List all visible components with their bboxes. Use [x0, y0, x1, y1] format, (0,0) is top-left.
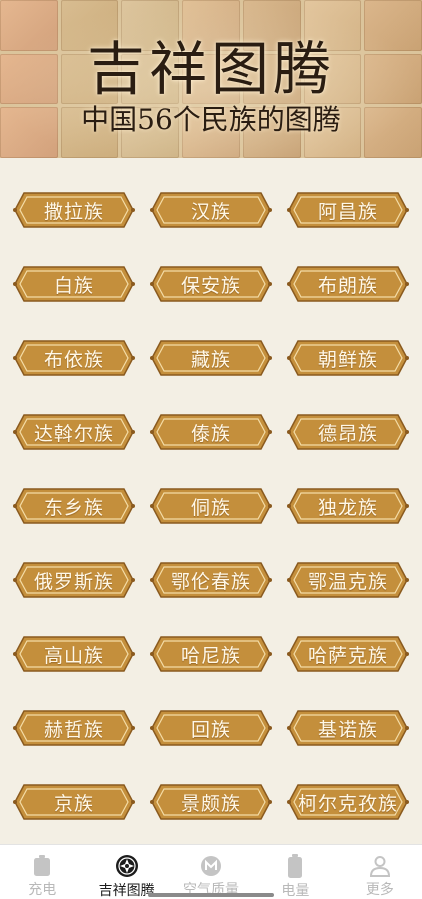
nav-item-air-quality[interactable]: 空气质量	[169, 845, 253, 899]
tribe-button[interactable]: 景颇族	[149, 782, 273, 822]
page-title: 吉祥图腾	[86, 35, 335, 103]
tribe-label: 德昂族	[317, 422, 378, 445]
tribe-button[interactable]: 朝鲜族	[286, 338, 410, 378]
tribe-label: 侗族	[190, 496, 231, 519]
tribe-label: 白族	[53, 274, 94, 297]
tribe-label: 布依族	[43, 348, 104, 371]
tribe-label: 柯尔克孜族	[297, 792, 398, 815]
nav-label: 更多	[365, 882, 394, 898]
tribe-button[interactable]: 独龙族	[286, 486, 410, 526]
tribe-label: 阿昌族	[317, 200, 378, 223]
tribe-label: 赫哲族	[43, 718, 104, 741]
tribe-button[interactable]: 京族	[12, 782, 136, 822]
tribe-label: 保安族	[180, 274, 241, 297]
tribe-button[interactable]: 藏族	[149, 338, 273, 378]
tribe-label: 朝鲜族	[317, 348, 378, 371]
tribe-label: 哈萨克族	[307, 644, 388, 667]
tribe-label: 高山族	[43, 644, 104, 667]
home-indicator	[148, 893, 274, 897]
tribe-label: 基诺族	[317, 718, 378, 741]
air-quality-icon	[199, 854, 223, 877]
tribe-label: 景颇族	[180, 792, 241, 815]
battery-charge-icon	[30, 854, 54, 877]
tribe-button[interactable]: 傣族	[149, 412, 273, 452]
tribe-label: 藏族	[190, 348, 231, 371]
tribe-button[interactable]: 柯尔克孜族	[286, 782, 410, 822]
tribe-button[interactable]: 阿昌族	[286, 190, 410, 230]
bottom-nav: 充电 吉祥图腾 空气质量电量 更多	[0, 844, 422, 899]
tribe-label: 撒拉族	[43, 200, 104, 223]
tribe-label: 东乡族	[43, 496, 104, 519]
tribe-label: 京族	[53, 792, 94, 815]
tribe-button[interactable]: 哈萨克族	[286, 634, 410, 674]
nav-label: 吉祥图腾	[98, 883, 155, 899]
nav-item-user-more[interactable]: 更多	[338, 845, 422, 899]
header-banner: 吉祥图腾 中国56个民族的图腾	[0, 0, 422, 158]
tribe-button[interactable]: 德昂族	[286, 412, 410, 452]
tribe-label: 汉族	[190, 200, 231, 223]
tribe-button[interactable]: 鄂温克族	[286, 560, 410, 600]
nav-item-battery-charge[interactable]: 充电	[0, 845, 84, 899]
tribe-button[interactable]: 布朗族	[286, 264, 410, 304]
battery-level-icon	[283, 854, 307, 878]
totem-icon	[115, 854, 139, 878]
tribe-grid: 撒拉族 汉族 阿昌族白族 保安族 布朗族布依族 藏族 朝鲜族达斡尔族 傣族 德昂族东乡族 侗族 独龙…	[12, 190, 410, 822]
page-subtitle: 中国56个民族的图腾	[81, 103, 341, 136]
tribe-button[interactable]: 保安族	[149, 264, 273, 304]
nav-label: 电量	[281, 883, 310, 899]
tribe-button[interactable]: 哈尼族	[149, 634, 273, 674]
tribe-button[interactable]: 侗族	[149, 486, 273, 526]
tribe-label: 鄂温克族	[307, 570, 388, 593]
nav-item-battery-level[interactable]: 电量	[253, 845, 337, 899]
tribe-button[interactable]: 撒拉族	[12, 190, 136, 230]
tribe-label: 布朗族	[317, 274, 378, 297]
tribe-button[interactable]: 俄罗斯族	[12, 560, 136, 600]
tribe-button[interactable]: 鄂伦春族	[149, 560, 273, 600]
tribe-label: 哈尼族	[180, 644, 241, 667]
tribe-button[interactable]: 达斡尔族	[12, 412, 136, 452]
tribe-button[interactable]: 布依族	[12, 338, 136, 378]
tribe-button[interactable]: 高山族	[12, 634, 136, 674]
tribe-label: 回族	[190, 718, 231, 741]
user-more-icon	[368, 854, 392, 877]
tribe-label: 达斡尔族	[33, 422, 114, 445]
tribe-label: 俄罗斯族	[33, 570, 114, 593]
tribe-button[interactable]: 白族	[12, 264, 136, 304]
tribe-button[interactable]: 汉族	[149, 190, 273, 230]
nav-item-totem[interactable]: 吉祥图腾	[84, 845, 168, 899]
tribe-label: 独龙族	[317, 496, 378, 519]
tribe-button[interactable]: 赫哲族	[12, 708, 136, 748]
tribe-label: 傣族	[190, 422, 231, 445]
tribe-label: 鄂伦春族	[170, 570, 251, 593]
tribe-button[interactable]: 回族	[149, 708, 273, 748]
tribe-button[interactable]: 东乡族	[12, 486, 136, 526]
tribe-button[interactable]: 基诺族	[286, 708, 410, 748]
nav-label: 充电	[28, 882, 57, 898]
